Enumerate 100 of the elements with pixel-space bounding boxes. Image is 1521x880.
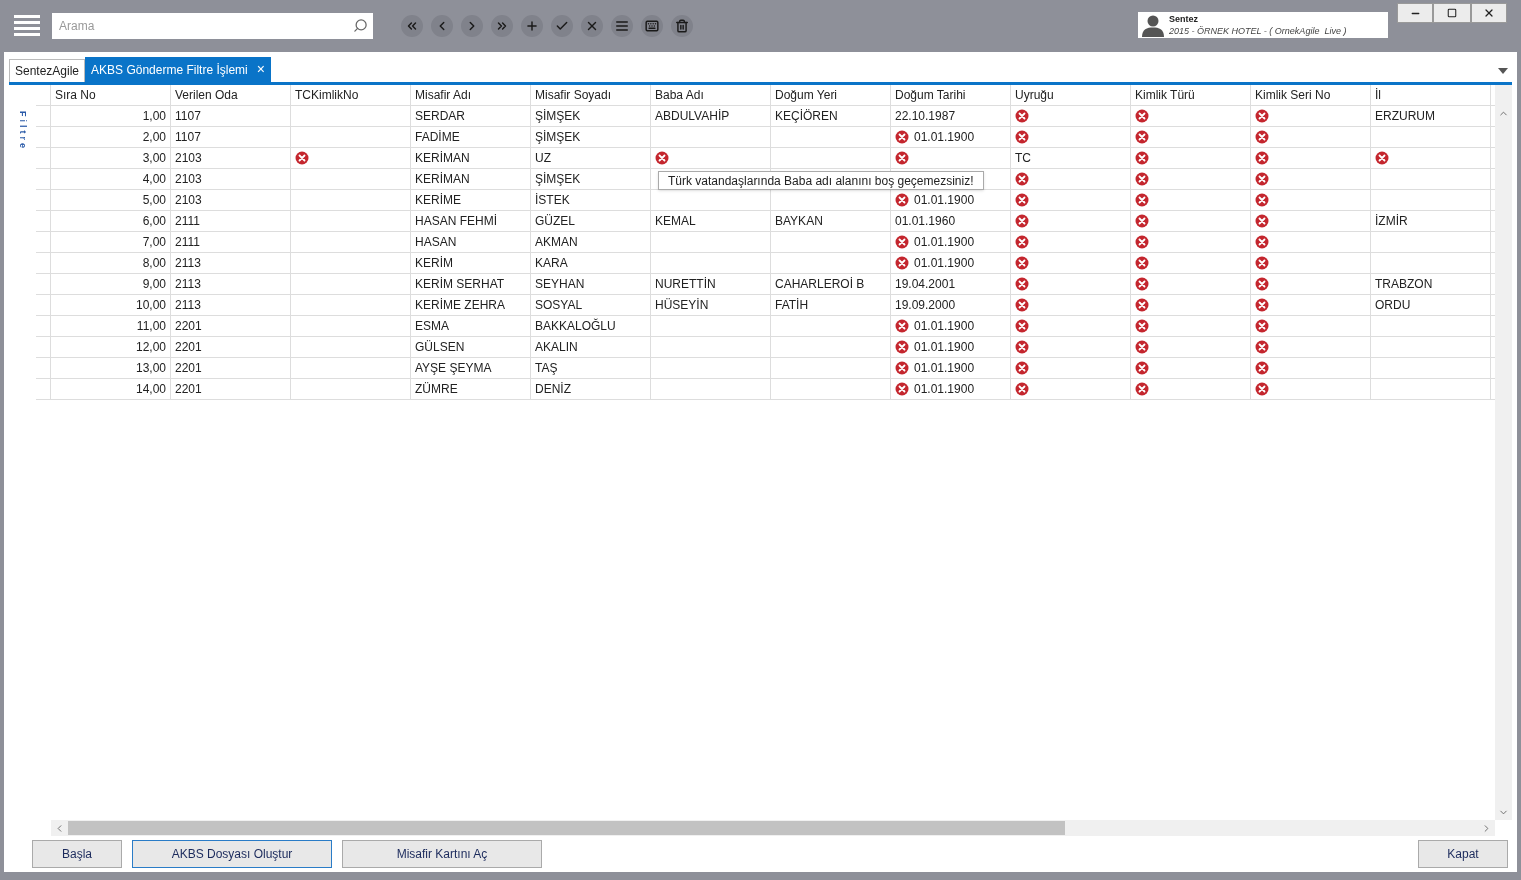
column-header[interactable]: Misafir Soyadı bbox=[531, 85, 651, 105]
table-cell: GÜLSEN bbox=[411, 337, 531, 357]
column-header[interactable]: Verilen Oda bbox=[171, 85, 291, 105]
table-cell: 13,00 bbox=[51, 358, 171, 378]
table-cell: KERİMAN bbox=[411, 169, 531, 189]
action-button[interactable]: Misafir Kartını Aç bbox=[342, 840, 542, 868]
table-cell: KERİM bbox=[411, 253, 531, 273]
table-cell: 01.01.1900 bbox=[891, 358, 1011, 378]
table-cell: 2111 bbox=[171, 232, 291, 252]
table-cell: 1,00 bbox=[51, 106, 171, 126]
table-cell: 8,00 bbox=[51, 253, 171, 273]
table-cell: KARA bbox=[531, 253, 651, 273]
scrollbar-thumb[interactable] bbox=[68, 821, 1065, 835]
table-cell: SOSYAL bbox=[531, 295, 651, 315]
table-cell: 2,00 bbox=[51, 127, 171, 147]
column-header[interactable]: Doğum Tarihi bbox=[891, 85, 1011, 105]
table-cell: 22.10.1987 bbox=[891, 106, 1011, 126]
table-cell: NURETTİN bbox=[651, 274, 771, 294]
table-cell: TAŞ bbox=[531, 358, 651, 378]
table-cell: ŞİMŞEK bbox=[531, 169, 651, 189]
table-cell: 19.09.2000 bbox=[891, 295, 1011, 315]
table-cell: HASAN FEHMİ bbox=[411, 211, 531, 231]
column-header[interactable]: Sıra No bbox=[51, 85, 171, 105]
column-header[interactable]: TCKimlikNo bbox=[291, 85, 411, 105]
table-cell: KERİM SERHAT bbox=[411, 274, 531, 294]
table-cell: HASAN bbox=[411, 232, 531, 252]
table-cell: 12,00 bbox=[51, 337, 171, 357]
search-icon[interactable] bbox=[353, 18, 368, 33]
table-cell: 01.01.1900 bbox=[891, 316, 1011, 336]
column-header[interactable]: Misafir Adı bbox=[411, 85, 531, 105]
table-cell: KEÇİÖREN bbox=[771, 106, 891, 126]
tab-close-button[interactable]: × bbox=[256, 59, 265, 80]
table-cell: 2103 bbox=[171, 148, 291, 168]
table-cell: 01.01.1900 bbox=[891, 253, 1011, 273]
validation-tooltip: Türk vatandaşlarında Baba adı alanını boş geçemezsiniz! bbox=[658, 171, 984, 190]
column-header[interactable]: Doğum Yeri bbox=[771, 85, 891, 105]
table-cell: 9,00 bbox=[51, 274, 171, 294]
table-cell: 2113 bbox=[171, 274, 291, 294]
filter-panel-label[interactable]: Filtre bbox=[15, 111, 30, 151]
column-header[interactable]: Baba Adı bbox=[651, 85, 771, 105]
table-cell: BAKKALOĞLU bbox=[531, 316, 651, 336]
table-cell: FADİME bbox=[411, 127, 531, 147]
table-cell: AKALIN bbox=[531, 337, 651, 357]
table-cell: ZÜMRE bbox=[411, 379, 531, 399]
table-cell: FATİH bbox=[771, 295, 891, 315]
table-cell: CAHARLEROİ B bbox=[771, 274, 891, 294]
table-cell: ŞİMŞEK bbox=[531, 127, 651, 147]
table-cell: İZMİR bbox=[1371, 211, 1491, 231]
table-cell: SERDAR bbox=[411, 106, 531, 126]
table-cell: 10,00 bbox=[51, 295, 171, 315]
tab[interactable]: AKBS Gönderme Filtre İşlemi × bbox=[85, 57, 271, 82]
table-cell: 7,00 bbox=[51, 232, 171, 252]
table-cell: 2103 bbox=[171, 169, 291, 189]
table-cell: KERİME ZEHRA bbox=[411, 295, 531, 315]
action-button[interactable]: Başla bbox=[32, 840, 122, 868]
table-cell: 2201 bbox=[171, 379, 291, 399]
table-cell: 2111 bbox=[171, 211, 291, 231]
table-cell: 1107 bbox=[171, 106, 291, 126]
column-header[interactable]: Kimlik Türü bbox=[1131, 85, 1251, 105]
table-cell: KERİME bbox=[411, 190, 531, 210]
action-button[interactable]: AKBS Dosyası Oluştur bbox=[132, 840, 332, 868]
table-cell: 1107 bbox=[171, 127, 291, 147]
column-header[interactable]: Uyruğu bbox=[1011, 85, 1131, 105]
table-cell: İSTEK bbox=[531, 190, 651, 210]
table-cell: 5,00 bbox=[51, 190, 171, 210]
column-header[interactable]: İl bbox=[1371, 85, 1491, 105]
close-window-button[interactable]: Kapat bbox=[1418, 840, 1508, 868]
table-cell: 01.01.1900 bbox=[891, 232, 1011, 252]
search-field[interactable]: Arama bbox=[52, 13, 373, 39]
table-cell: 01.01.1900 bbox=[891, 379, 1011, 399]
table-cell: TRABZON bbox=[1371, 274, 1491, 294]
table-cell: TC bbox=[1011, 148, 1131, 168]
table-cell: UZ bbox=[531, 148, 651, 168]
table-cell: 2113 bbox=[171, 253, 291, 273]
menu-icon[interactable] bbox=[14, 14, 40, 38]
user-avatar-icon bbox=[1141, 13, 1165, 37]
table-cell: 11,00 bbox=[51, 316, 171, 336]
table-cell: HÜSEYİN bbox=[651, 295, 771, 315]
table-cell: 14,00 bbox=[51, 379, 171, 399]
dropdown-caret-icon[interactable] bbox=[1498, 68, 1508, 74]
table-cell: 2201 bbox=[171, 337, 291, 357]
table-cell: 2201 bbox=[171, 316, 291, 336]
table-cell: 6,00 bbox=[51, 211, 171, 231]
table-cell: GÜZEL bbox=[531, 211, 651, 231]
horizontal-scrollbar[interactable] bbox=[51, 820, 1495, 836]
maximize-icon[interactable] bbox=[1447, 8, 1457, 18]
table-cell: 3,00 bbox=[51, 148, 171, 168]
table-cell: 01.01.1900 bbox=[891, 127, 1011, 147]
table-cell: ŞİMŞEK bbox=[531, 106, 651, 126]
table-cell: 01.01.1900 bbox=[891, 337, 1011, 357]
maximize-button[interactable] bbox=[1433, 3, 1471, 23]
table-cell: 19.04.2001 bbox=[891, 274, 1011, 294]
table-cell: ABDULVAHİP bbox=[651, 106, 771, 126]
close-icon[interactable] bbox=[1483, 7, 1495, 19]
table-cell: AYŞE ŞEYMA bbox=[411, 358, 531, 378]
table-cell: DENİZ bbox=[531, 379, 651, 399]
table-cell: KERİMAN bbox=[411, 148, 531, 168]
column-header[interactable]: Kimlik Seri No bbox=[1251, 85, 1371, 105]
table-cell: ORDU bbox=[1371, 295, 1491, 315]
table-cell: 2201 bbox=[171, 358, 291, 378]
